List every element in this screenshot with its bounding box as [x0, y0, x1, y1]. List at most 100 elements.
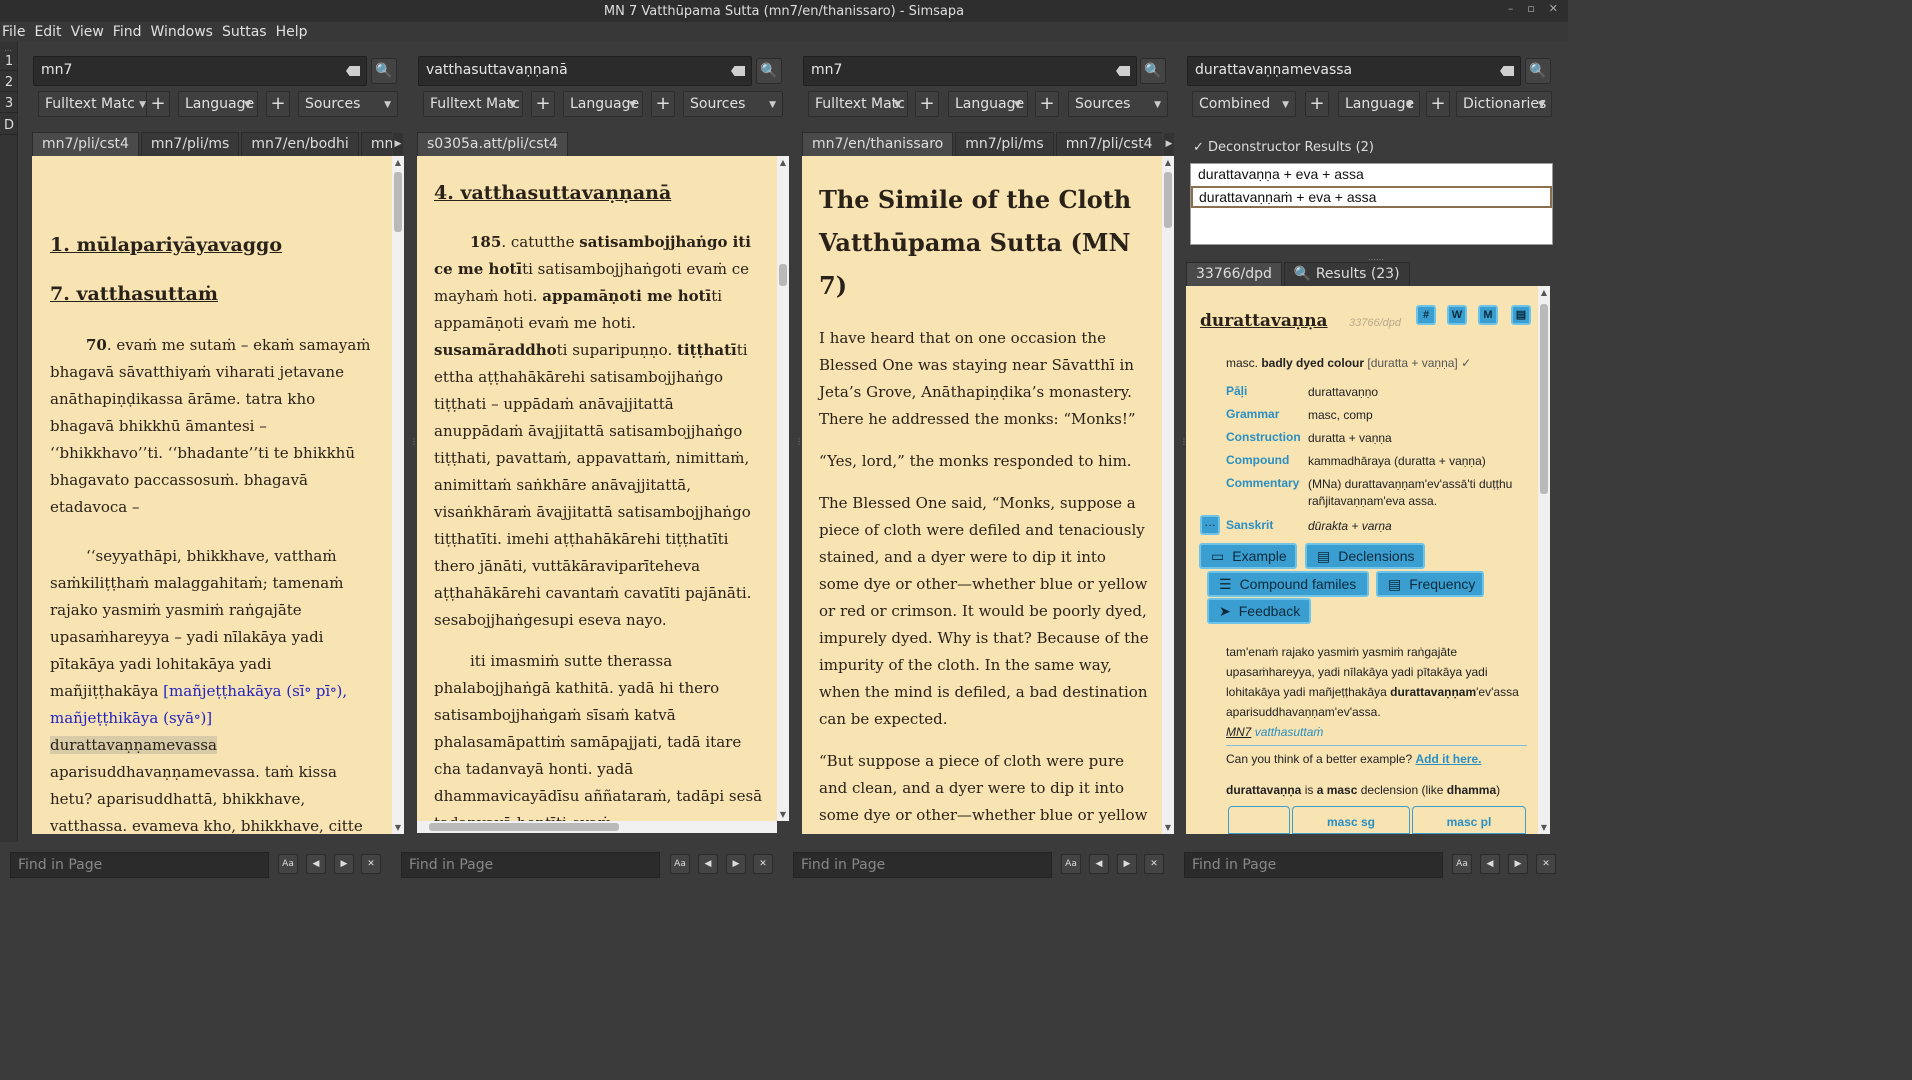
- search-input[interactable]: durattavaṇṇamevassa: [1187, 56, 1521, 86]
- language-select[interactable]: Language ▼: [948, 91, 1028, 117]
- find-previous-icon[interactable]: ◀: [306, 854, 326, 874]
- deconstructor-toggle[interactable]: ✓ Deconstructor Results (2): [1193, 140, 1374, 155]
- tab-mn7-pli-cst4[interactable]: mn7/pli/cst4: [32, 132, 139, 156]
- scroll-down-icon[interactable]: ▼: [777, 810, 789, 819]
- scroll-down-icon[interactable]: ▼: [392, 823, 404, 832]
- menu-find[interactable]: Find: [113, 24, 142, 40]
- sources-select[interactable]: Sources ▼: [683, 91, 783, 117]
- tab-dpd-entry[interactable]: 33766/dpd: [1186, 262, 1282, 286]
- search-input[interactable]: mn7: [33, 56, 367, 86]
- match-case-button[interactable]: Aa: [670, 854, 690, 874]
- add-filter-button[interactable]: +: [651, 91, 675, 117]
- sidebar-item-d[interactable]: D: [0, 116, 18, 135]
- match-case-button[interactable]: Aa: [278, 854, 298, 874]
- search-button[interactable]: 🔍: [371, 58, 397, 84]
- tab-s0305a-att-pli-cst4[interactable]: s0305a.att/pli/cst4: [417, 132, 568, 156]
- search-input[interactable]: mn7: [803, 56, 1137, 86]
- table-icon[interactable]: ▤: [1511, 305, 1531, 325]
- search-button[interactable]: 🔍: [1140, 58, 1166, 84]
- splitter-handle-icon[interactable]: ⋮: [410, 438, 418, 446]
- match-case-button[interactable]: Aa: [1061, 854, 1081, 874]
- add-filter-button[interactable]: +: [915, 91, 939, 117]
- horizontal-scrollbar[interactable]: [417, 821, 777, 833]
- scroll-up-icon[interactable]: ▲: [1162, 158, 1174, 167]
- close-find-icon[interactable]: ✕: [361, 854, 381, 874]
- search-input[interactable]: vatthasuttavaṇṇanā: [418, 56, 752, 86]
- sidebar-item-3[interactable]: 3: [0, 94, 18, 113]
- find-in-page-input[interactable]: Find in Page: [1184, 852, 1443, 878]
- splitter-handle-icon[interactable]: ……: [1368, 253, 1384, 262]
- scrollbar-thumb[interactable]: [1540, 304, 1548, 494]
- add-filter-button[interactable]: +: [1426, 91, 1450, 117]
- find-next-icon[interactable]: ▶: [726, 854, 746, 874]
- scrollbar[interactable]: ▲ ▼: [1162, 156, 1174, 834]
- menu-help[interactable]: Help: [276, 24, 308, 40]
- tab-scroll-right-icon[interactable]: ▶: [393, 133, 403, 155]
- add-filter-button[interactable]: +: [266, 91, 290, 117]
- scrollbar[interactable]: ▲ ▼: [777, 156, 789, 821]
- find-in-page-input[interactable]: Find in Page: [793, 852, 1052, 878]
- add-filter-button[interactable]: +: [1035, 91, 1059, 117]
- deconstructor-item[interactable]: durattavaṇṇa + eva + assa: [1191, 164, 1552, 186]
- hash-button[interactable]: #: [1416, 305, 1436, 325]
- match-case-button[interactable]: Aa: [1452, 854, 1472, 874]
- language-select[interactable]: Language ▼: [178, 91, 258, 117]
- minimize-icon[interactable]: –: [1508, 2, 1514, 15]
- more-icon[interactable]: …: [1200, 515, 1220, 535]
- add-here-link[interactable]: Add it here.: [1415, 752, 1481, 766]
- deconstructor-item-selected[interactable]: durattavaṇṇaṁ + eva + assa: [1191, 186, 1552, 208]
- language-select[interactable]: Language ▼: [1338, 91, 1420, 117]
- dictionaries-select[interactable]: Dictionaries ▼: [1456, 91, 1552, 117]
- find-previous-icon[interactable]: ◀: [698, 854, 718, 874]
- find-in-page-input[interactable]: Find in Page: [401, 852, 660, 878]
- frequency-button[interactable]: ▤ Frequency: [1376, 571, 1484, 597]
- find-previous-icon[interactable]: ◀: [1480, 854, 1500, 874]
- search-mode-select[interactable]: Fulltext Matc ▼: [423, 91, 523, 117]
- scroll-down-icon[interactable]: ▼: [1162, 823, 1174, 832]
- scroll-up-icon[interactable]: ▲: [392, 158, 404, 167]
- scrollbar-thumb[interactable]: [394, 172, 402, 232]
- search-button[interactable]: 🔍: [1525, 58, 1551, 84]
- close-find-icon[interactable]: ✕: [1536, 854, 1556, 874]
- menu-edit[interactable]: Edit: [34, 24, 61, 40]
- close-icon[interactable]: ✕: [1549, 2, 1558, 15]
- search-mode-select[interactable]: Combined ▼: [1192, 91, 1296, 117]
- highlighted-word[interactable]: durattavaṇṇamevassa: [50, 736, 217, 754]
- compound-families-button[interactable]: ☰ Compound familes: [1207, 571, 1369, 597]
- tab-mn7-en-s[interactable]: mn7/en/s: [360, 132, 392, 156]
- scroll-up-icon[interactable]: ▲: [1538, 288, 1550, 297]
- example-button[interactable]: ▭ Example: [1199, 543, 1297, 569]
- sources-select[interactable]: Sources ▼: [298, 91, 398, 117]
- add-filter-button[interactable]: +: [531, 91, 555, 117]
- find-next-icon[interactable]: ▶: [1117, 854, 1137, 874]
- scroll-up-icon[interactable]: ▲: [777, 158, 789, 167]
- feedback-button[interactable]: ➤ Feedback: [1207, 598, 1311, 624]
- menu-file[interactable]: File: [2, 24, 25, 40]
- splitter-handle-icon[interactable]: ⋮: [1180, 438, 1188, 446]
- maximize-icon[interactable]: ▫: [1527, 2, 1534, 15]
- scrollbar-thumb[interactable]: [429, 823, 619, 831]
- tab-mn7-pli-cst4[interactable]: mn7/pli/cst4: [1055, 132, 1162, 156]
- tab-mn7-en-bodhi[interactable]: mn7/en/bodhi: [241, 132, 359, 156]
- tab-scroll-right-icon[interactable]: ▶: [1164, 133, 1174, 155]
- tab-mn7-pli-ms[interactable]: mn7/pli/ms: [140, 132, 240, 156]
- scrollbar[interactable]: ▲ ▼: [1538, 286, 1550, 834]
- sources-select[interactable]: Sources ▼: [1068, 91, 1168, 117]
- tab-mn7-en-thanissaro[interactable]: mn7/en/thanissaro: [802, 132, 954, 156]
- menu-suttas[interactable]: Suttas: [222, 24, 267, 40]
- sidebar-item-2[interactable]: 2: [0, 73, 18, 92]
- splitter-handle-icon[interactable]: ⋮: [795, 438, 803, 446]
- find-previous-icon[interactable]: ◀: [1089, 854, 1109, 874]
- w-button[interactable]: W: [1447, 305, 1467, 325]
- declensions-button[interactable]: ▤ Declensions: [1305, 543, 1425, 569]
- search-button[interactable]: 🔍: [756, 58, 782, 84]
- close-find-icon[interactable]: ✕: [1144, 854, 1164, 874]
- add-filter-button[interactable]: +: [146, 91, 170, 117]
- find-next-icon[interactable]: ▶: [1508, 854, 1528, 874]
- scrollbar-thumb[interactable]: [779, 264, 787, 286]
- scrollbar[interactable]: ▲ ▼: [392, 156, 404, 834]
- close-find-icon[interactable]: ✕: [753, 854, 773, 874]
- sidebar-item-1[interactable]: 1: [0, 52, 18, 71]
- find-next-icon[interactable]: ▶: [334, 854, 354, 874]
- search-mode-select[interactable]: Fulltext Matc ▼: [38, 91, 153, 117]
